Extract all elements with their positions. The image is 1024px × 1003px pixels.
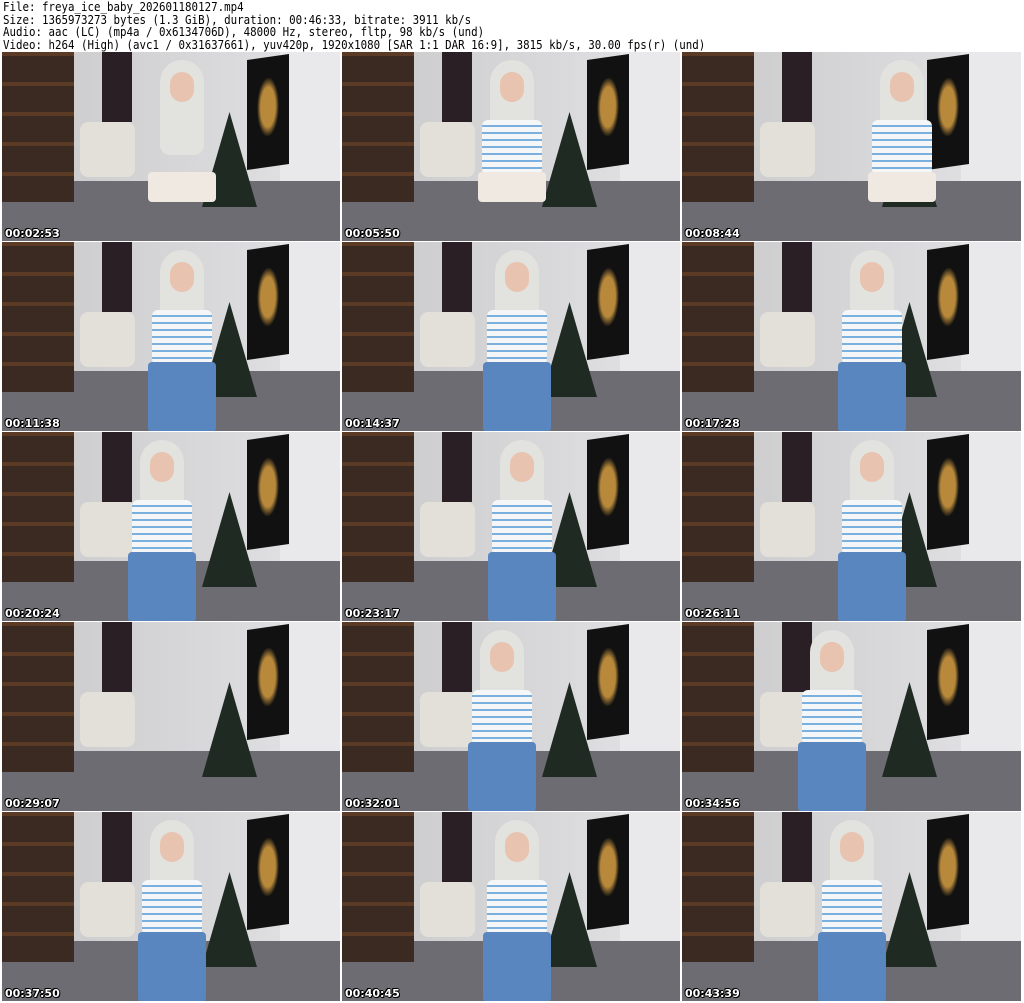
- person-figure: [838, 440, 906, 621]
- bookshelf: [2, 52, 74, 202]
- bookshelf: [682, 812, 754, 962]
- timestamp-label: 00:32:01: [345, 797, 400, 810]
- wings-artwork: [247, 434, 289, 550]
- timestamp-label: 00:23:17: [345, 607, 400, 620]
- video-thumbnail: 00:17:28: [682, 242, 1021, 431]
- bookshelf: [342, 52, 414, 202]
- wings-artwork: [587, 54, 629, 170]
- person-figure: [818, 820, 886, 1001]
- bookshelf: [682, 52, 754, 202]
- bookshelf: [342, 622, 414, 772]
- video-thumbnail: 00:37:50: [2, 812, 340, 1001]
- person-figure: [148, 60, 216, 241]
- timestamp-label: 00:17:28: [685, 417, 740, 430]
- wings-artwork: [247, 54, 289, 170]
- wings-artwork: [247, 624, 289, 740]
- person-figure: [798, 630, 866, 811]
- wings-artwork: [587, 624, 629, 740]
- timestamp-label: 00:02:53: [5, 227, 60, 240]
- video-line: Video: h264 (High) (avc1 / 0x31637661), …: [3, 37, 706, 52]
- video-thumbnail: 00:11:38: [2, 242, 340, 431]
- timestamp-label: 00:29:07: [5, 797, 60, 810]
- timestamp-label: 00:34:56: [685, 797, 740, 810]
- wings-artwork: [587, 434, 629, 550]
- wings-artwork: [587, 814, 629, 930]
- file-info-header: File: freya_ice_baby_202601180127.mp4 Siz…: [3, 1, 705, 51]
- video-thumbnail: 00:14:37: [342, 242, 680, 431]
- bookshelf: [682, 622, 754, 772]
- video-thumbnail: 00:08:44: [682, 52, 1021, 241]
- wings-artwork: [927, 624, 969, 740]
- timestamp-label: 00:11:38: [5, 417, 60, 430]
- thumbnail-grid: 00:02:53 00:05:50 00:08:44 00:11:38 00:1…: [2, 52, 1021, 1001]
- timestamp-label: 00:20:24: [5, 607, 60, 620]
- video-thumbnail: 00:32:01: [342, 622, 680, 811]
- bookshelf: [682, 242, 754, 392]
- video-thumbnail: 00:05:50: [342, 52, 680, 241]
- video-thumbnail: 00:34:56: [682, 622, 1021, 811]
- wings-artwork: [247, 244, 289, 360]
- bookshelf: [342, 812, 414, 962]
- person-figure: [868, 60, 936, 241]
- bookshelf: [2, 812, 74, 962]
- file-name-line: File: freya_ice_baby_202601180127.mp4: [3, 0, 244, 14]
- timestamp-label: 00:37:50: [5, 987, 60, 1000]
- person-figure: [148, 250, 216, 431]
- timestamp-label: 00:26:11: [685, 607, 740, 620]
- timestamp-label: 00:14:37: [345, 417, 400, 430]
- timestamp-label: 00:40:45: [345, 987, 400, 1000]
- bookshelf: [2, 242, 74, 392]
- video-thumbnail: 00:26:11: [682, 432, 1021, 621]
- wings-artwork: [927, 434, 969, 550]
- wings-artwork: [927, 244, 969, 360]
- audio-line: Audio: aac (LC) (mp4a / 0x6134706D), 480…: [3, 25, 485, 39]
- wings-artwork: [587, 244, 629, 360]
- video-thumbnail: 00:40:45: [342, 812, 680, 1001]
- video-thumbnail: 00:20:24: [2, 432, 340, 621]
- person-figure: [488, 440, 556, 621]
- bookshelf: [2, 432, 74, 582]
- person-figure: [138, 820, 206, 1001]
- wings-artwork: [247, 814, 289, 930]
- wings-artwork: [927, 814, 969, 930]
- video-thumbnail: 00:23:17: [342, 432, 680, 621]
- person-figure: [483, 820, 551, 1001]
- timestamp-label: 00:43:39: [685, 987, 740, 1000]
- bookshelf: [342, 432, 414, 582]
- person-figure: [483, 250, 551, 431]
- bookshelf: [2, 622, 74, 772]
- timestamp-label: 00:08:44: [685, 227, 740, 240]
- video-thumbnail: 00:43:39: [682, 812, 1021, 1001]
- wings-artwork: [927, 54, 969, 170]
- person-figure: [478, 60, 546, 241]
- bookshelf: [682, 432, 754, 582]
- video-thumbnail: 00:02:53: [2, 52, 340, 241]
- person-figure: [468, 630, 536, 811]
- timestamp-label: 00:05:50: [345, 227, 400, 240]
- bookshelf: [342, 242, 414, 392]
- person-figure: [838, 250, 906, 431]
- person-figure: [128, 440, 196, 621]
- video-thumbnail: 00:29:07: [2, 622, 340, 811]
